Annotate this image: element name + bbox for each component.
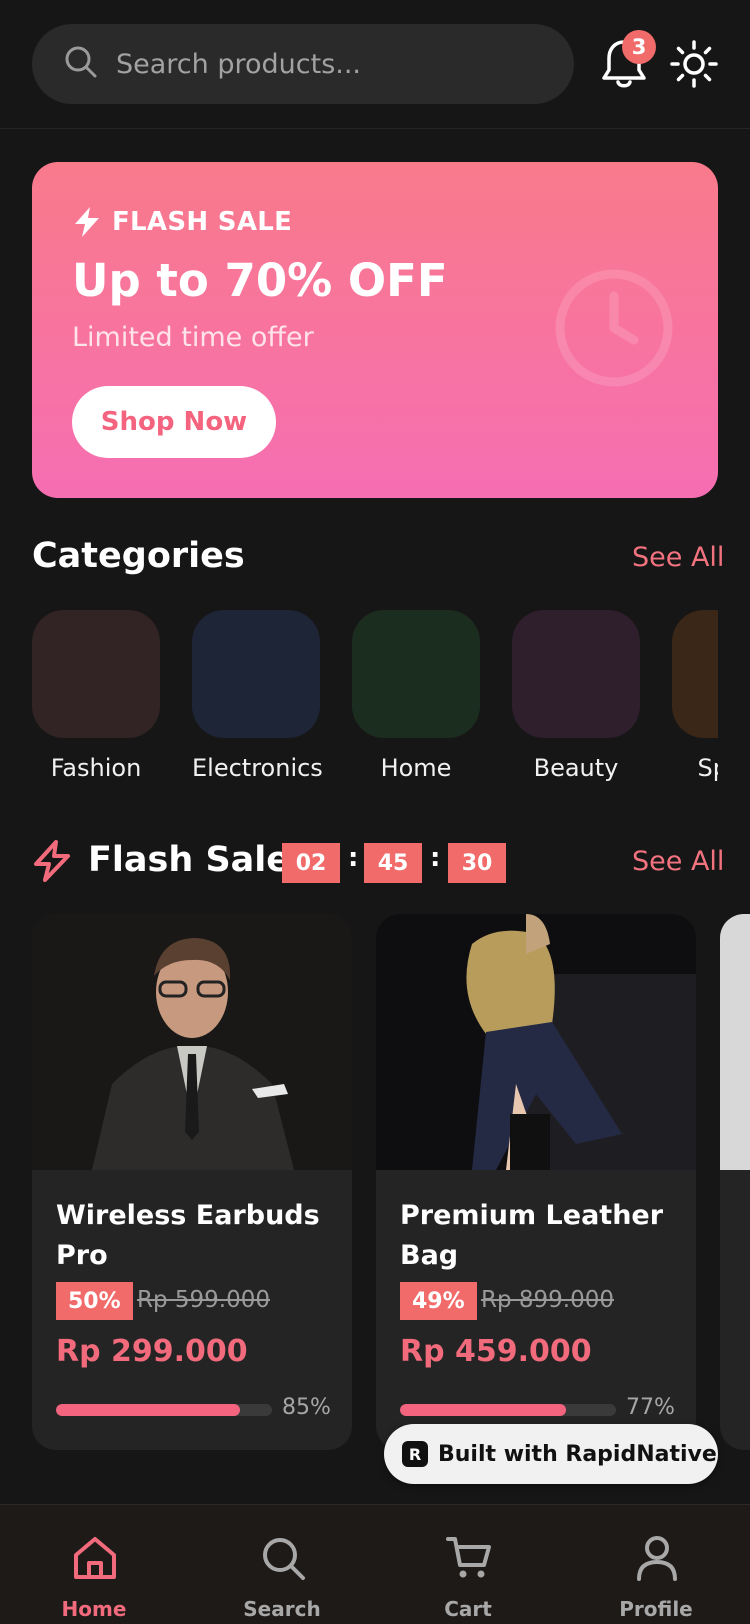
sold-percent-label: 85% xyxy=(282,1395,331,1420)
built-with-label: Built with RapidNative xyxy=(438,1441,717,1467)
category-item-home[interactable]: Home xyxy=(352,610,480,782)
rapidnative-logo-icon: R xyxy=(402,1441,428,1467)
built-with-badge[interactable]: R Built with RapidNative xyxy=(384,1424,718,1484)
search-bar[interactable] xyxy=(32,24,574,104)
category-item-fashion[interactable]: Fashion xyxy=(32,610,160,782)
product-card-partial[interactable] xyxy=(720,914,750,1450)
category-tile xyxy=(192,610,320,738)
product-card[interactable]: Premium Leather Bag 49% Rp 899.000 Rp 45… xyxy=(376,914,696,1450)
sold-progress-bar xyxy=(56,1404,272,1416)
category-label: Sports xyxy=(697,754,718,782)
category-tile xyxy=(32,610,160,738)
discount-badge: 49% xyxy=(400,1282,477,1320)
product-title: Premium Leather Bag xyxy=(400,1200,664,1271)
discount-badge: 50% xyxy=(56,1282,133,1320)
category-label: Electronics xyxy=(192,754,323,782)
category-item-sports[interactable]: Sports xyxy=(672,610,718,782)
banner-tag: FLASH SALE xyxy=(72,206,292,238)
product-image xyxy=(376,914,696,1170)
flash-sale-products: Wireless Earbuds Pro 50% Rp 599.000 Rp 2… xyxy=(32,914,750,1454)
flash-sale-see-all-link[interactable]: See All xyxy=(632,846,724,877)
category-tile xyxy=(352,610,480,738)
nav-item-search[interactable]: Search xyxy=(212,1505,352,1624)
nav-label: Profile xyxy=(619,1597,693,1621)
theme-toggle-button[interactable] xyxy=(670,40,718,88)
banner-subtitle: Limited time offer xyxy=(72,322,314,353)
category-label: Beauty xyxy=(533,754,619,782)
categories-see-all-link[interactable]: See All xyxy=(632,542,724,573)
product-image xyxy=(720,914,750,1170)
original-price: Rp 599.000 xyxy=(137,1287,271,1313)
flash-sale-title: Flash Sale xyxy=(88,840,291,880)
category-tile xyxy=(512,610,640,738)
sold-progress-bar xyxy=(400,1404,616,1416)
timer-hours: 02 xyxy=(282,843,340,883)
nav-item-home[interactable]: Home xyxy=(24,1505,164,1624)
categories-list: Fashion Electronics Home Beauty Sports xyxy=(32,610,718,790)
top-header: 3 xyxy=(0,0,750,129)
sale-price: Rp 459.000 xyxy=(400,1334,592,1369)
nav-label: Search xyxy=(243,1597,321,1621)
categories-title: Categories xyxy=(32,536,245,576)
sold-progress-fill xyxy=(56,1404,240,1416)
timer-seconds: 30 xyxy=(448,843,506,883)
category-label: Home xyxy=(380,754,452,782)
nav-label: Home xyxy=(61,1597,127,1621)
bolt-icon xyxy=(75,207,99,237)
category-item-electronics[interactable]: Electronics xyxy=(192,610,323,782)
flash-icon xyxy=(34,840,70,882)
sold-percent-label: 77% xyxy=(626,1395,675,1420)
product-title: Wireless Earbuds Pro xyxy=(56,1200,320,1271)
nav-label: Cart xyxy=(444,1597,492,1621)
nav-item-cart[interactable]: Cart xyxy=(398,1505,538,1624)
original-price: Rp 899.000 xyxy=(481,1287,615,1313)
category-label: Fashion xyxy=(50,754,142,782)
search-icon xyxy=(64,45,98,83)
sale-price: Rp 299.000 xyxy=(56,1334,248,1369)
banner-title: Up to 70% OFF xyxy=(72,254,448,307)
sun-icon xyxy=(670,40,718,88)
product-image xyxy=(32,914,352,1170)
nav-item-profile[interactable]: Profile xyxy=(586,1505,726,1624)
timer-separator: : xyxy=(430,843,441,873)
timer-minutes: 45 xyxy=(364,843,422,883)
banner-tag-label: FLASH SALE xyxy=(112,207,293,237)
search-input[interactable] xyxy=(116,48,536,80)
category-item-beauty[interactable]: Beauty xyxy=(512,610,640,782)
home-icon xyxy=(74,1537,116,1579)
sold-progress-fill xyxy=(400,1404,567,1416)
notification-badge: 3 xyxy=(622,30,656,64)
timer-separator: : xyxy=(348,843,359,873)
shop-now-button[interactable]: Shop Now xyxy=(72,386,276,458)
clock-icon xyxy=(555,269,673,387)
profile-icon xyxy=(637,1536,677,1581)
bottom-navigation: Home Search Cart Profile xyxy=(0,1504,750,1624)
product-card[interactable]: Wireless Earbuds Pro 50% Rp 599.000 Rp 2… xyxy=(32,914,352,1450)
flash-sale-banner[interactable]: FLASH SALE Up to 70% OFF Limited time of… xyxy=(32,162,718,498)
search-icon xyxy=(263,1538,305,1580)
cart-icon xyxy=(446,1537,491,1578)
category-tile xyxy=(672,610,718,738)
